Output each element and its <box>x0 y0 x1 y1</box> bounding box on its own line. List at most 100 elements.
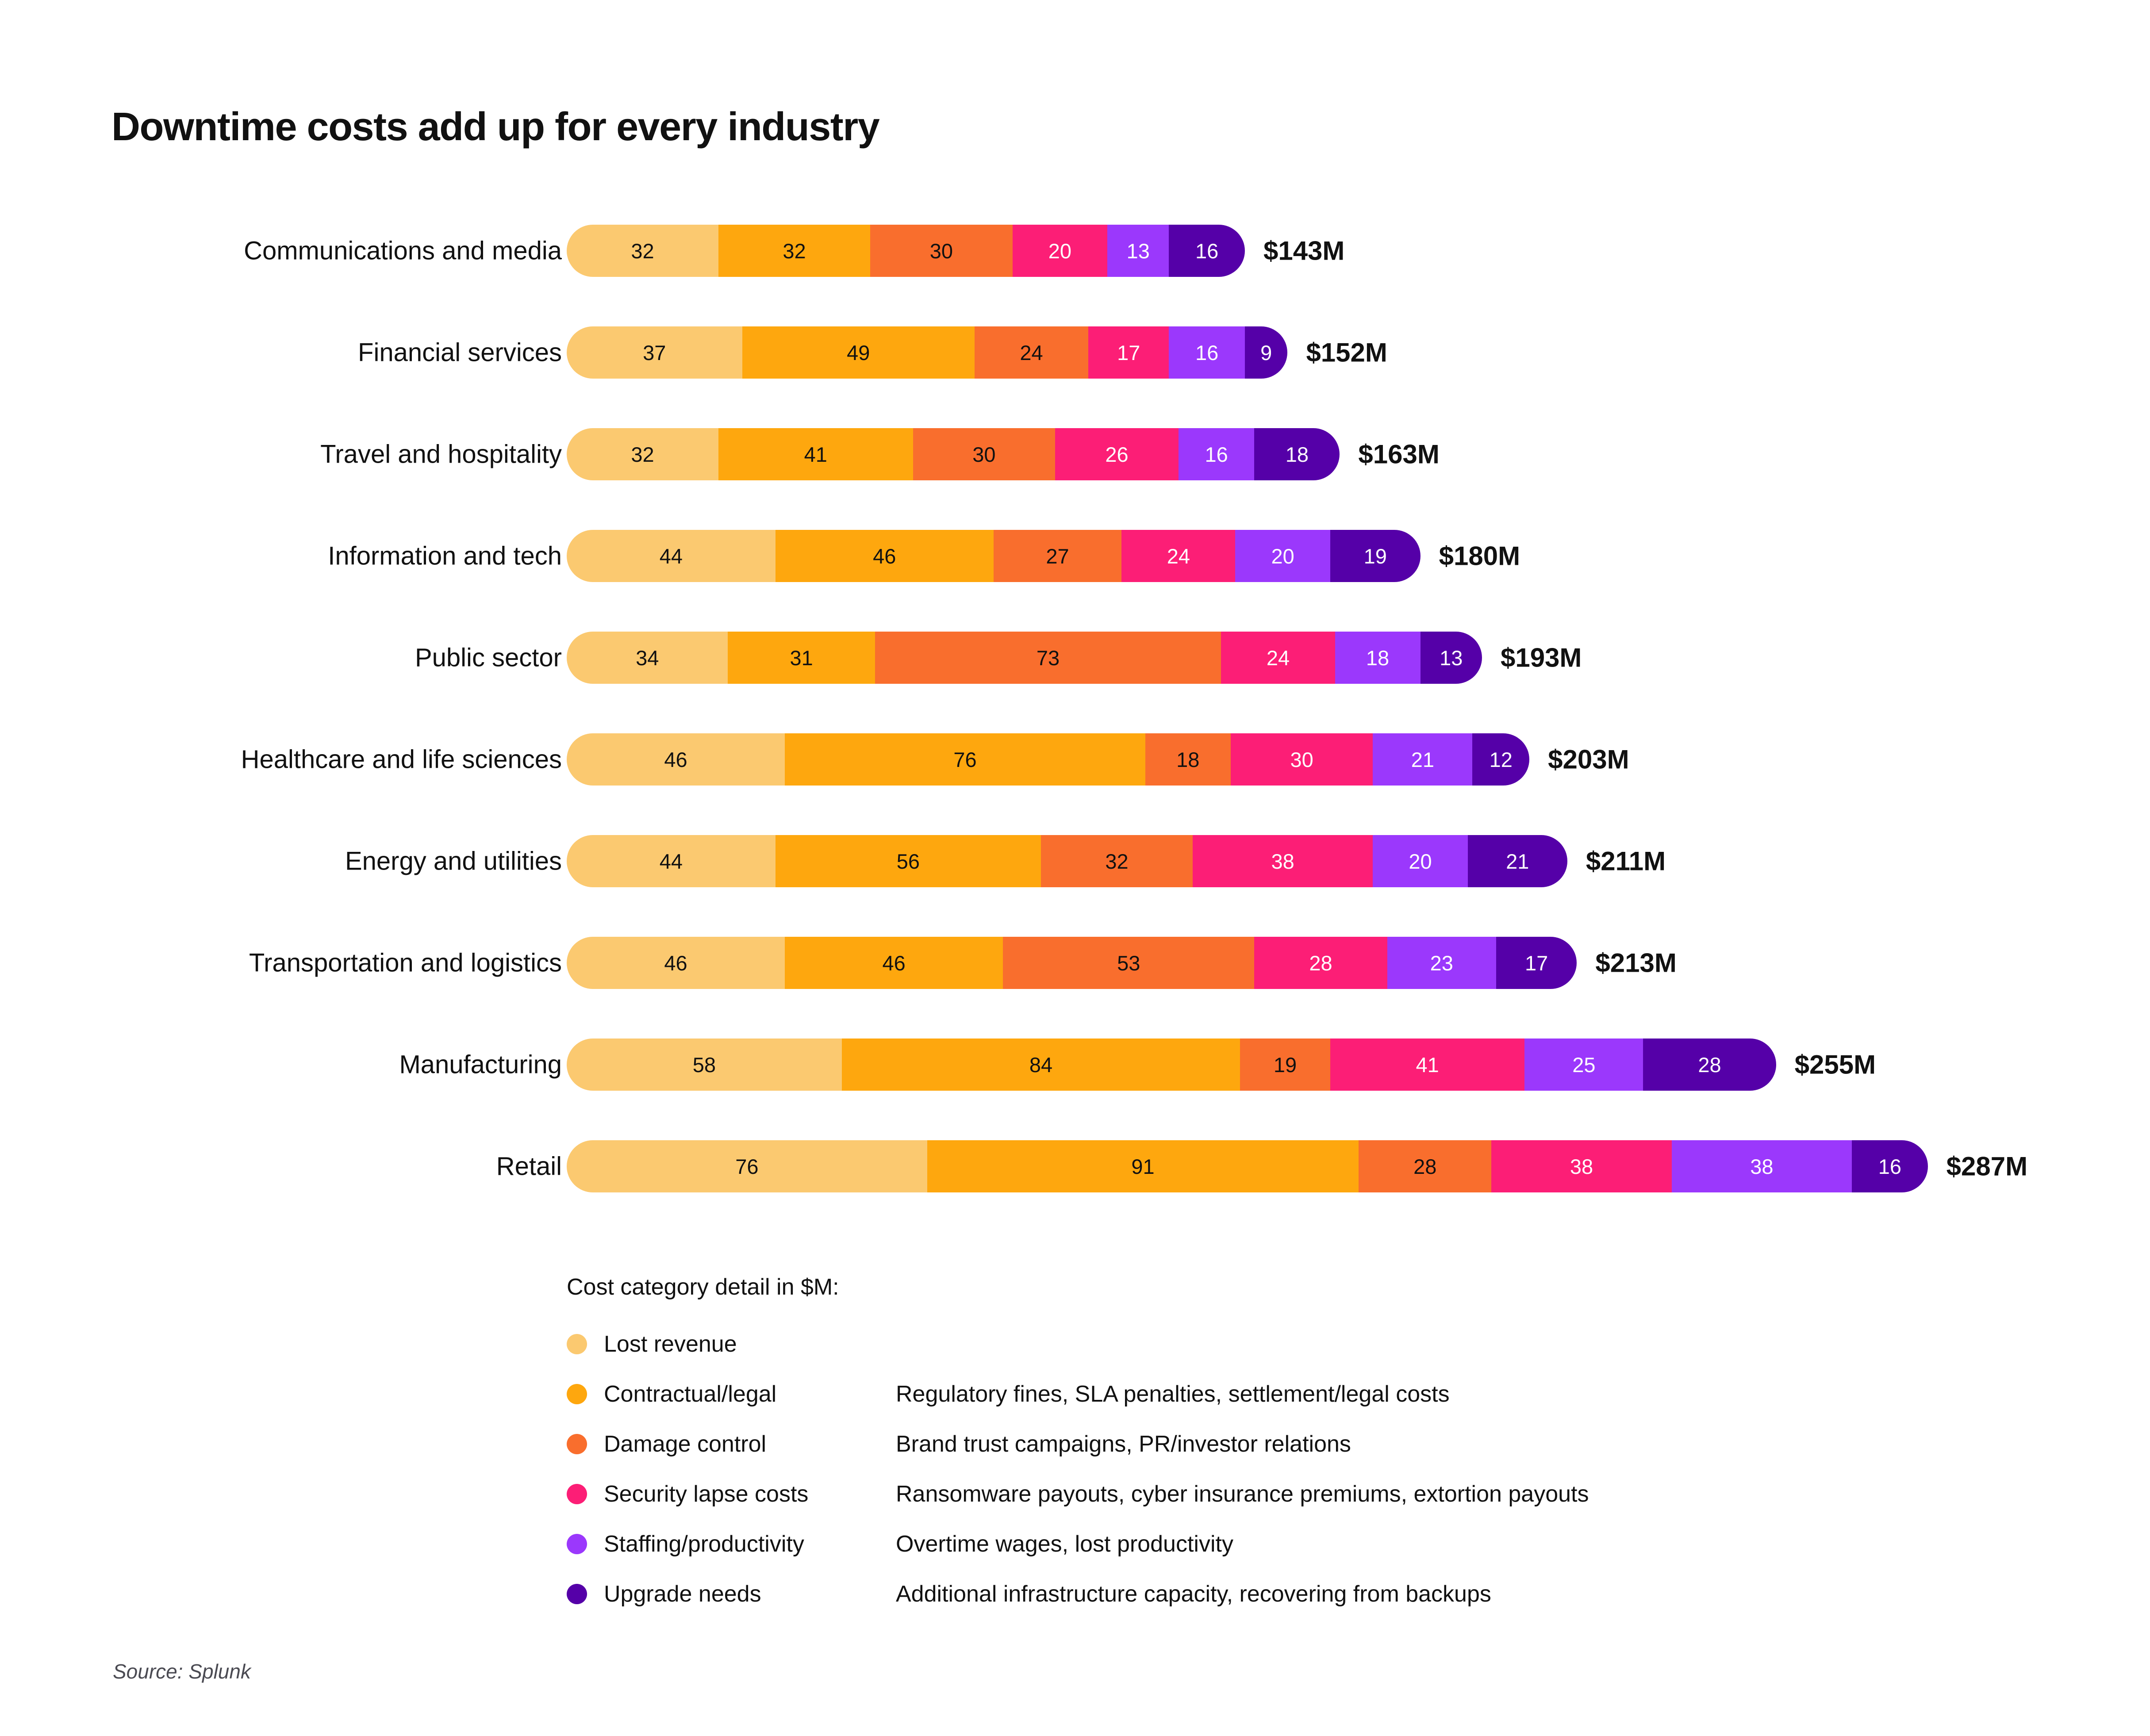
legend-item: Damage control Brand trust campaigns, PR/… <box>567 1419 1589 1469</box>
bar-segment: 24 <box>974 326 1089 379</box>
bar-segment: 24 <box>1121 530 1236 582</box>
legend-item-description: Ransomware payouts, cyber insurance prem… <box>896 1481 1589 1507</box>
page-title: Downtime costs add up for every industry <box>111 105 880 149</box>
legend-item: Contractual/legal Regulatory fines, SLA p… <box>567 1369 1589 1419</box>
bar-segment: 32 <box>1040 835 1193 887</box>
legend-title: Cost category detail in $M: <box>567 1274 839 1300</box>
legend-swatch-icon <box>567 1483 587 1504</box>
bar-row-label: Financial services <box>358 338 562 367</box>
bar-segment: 30 <box>870 225 1013 277</box>
bar-row: Healthcare and life sciences 46 76 18 30 21 12… <box>0 709 2150 810</box>
bar-segment: 27 <box>993 530 1122 582</box>
bar-segment: 13 <box>1420 632 1482 684</box>
bar-track: 32 32 30 20 13 16 <box>567 225 1245 277</box>
bar-segment: 34 <box>567 632 728 684</box>
legend-item-label: Damage control <box>604 1431 767 1457</box>
bar-segment: 18 <box>1254 428 1340 480</box>
bar-segment: 16 <box>1169 225 1245 277</box>
bar-segment: 17 <box>1496 937 1577 989</box>
bar-segment: 17 <box>1088 326 1169 379</box>
bar-segment: 91 <box>927 1140 1359 1192</box>
bar-row-label: Manufacturing <box>399 1050 562 1079</box>
bar-row: Energy and utilities 44 56 32 38 20 21 $211M <box>0 810 2150 912</box>
bar-segment: 24 <box>1221 632 1335 684</box>
bar-segment: 76 <box>785 733 1145 786</box>
bar-segment: 26 <box>1055 428 1179 480</box>
bar-segment: 49 <box>742 326 975 379</box>
bar-total-label: $211M <box>1586 846 1666 876</box>
chart-legend: Cost category detail in $M: Lost revenue… <box>567 1274 1589 1619</box>
bar-segment: 44 <box>567 530 776 582</box>
bar-track: 37 49 24 17 16 9 <box>567 326 1288 379</box>
legend-item-label: Contractual/legal <box>604 1381 777 1407</box>
bar-segment: 84 <box>841 1039 1240 1091</box>
bar-segment: 31 <box>728 632 875 684</box>
bar-row: Manufacturing 58 84 19 41 25 28 $255M <box>0 1014 2150 1115</box>
legend-swatch-icon <box>567 1533 587 1554</box>
bar-row: Information and tech 44 46 27 24 20 19 $180M <box>0 505 2150 607</box>
source-note: Source: Splunk <box>113 1660 251 1683</box>
bar-segment: 13 <box>1107 225 1169 277</box>
legend-swatch-icon <box>567 1433 587 1454</box>
bar-row-label: Transportation and logistics <box>249 948 562 977</box>
bar-row-label: Communications and media <box>244 236 562 265</box>
bar-track: 44 56 32 38 20 21 <box>567 835 1567 887</box>
bar-segment: 37 <box>567 326 742 379</box>
legend-item-description: Overtime wages, lost productivity <box>896 1531 1233 1557</box>
bar-segment: 18 <box>1335 632 1421 684</box>
bar-segment: 20 <box>1373 835 1468 887</box>
bar-segment: 9 <box>1244 326 1288 379</box>
bar-segment: 46 <box>775 530 994 582</box>
bar-segment: 56 <box>775 835 1041 887</box>
legend-item: Staffing/productivity Overtime wages, los… <box>567 1519 1589 1569</box>
bar-segment: 76 <box>567 1140 927 1192</box>
bar-segment: 38 <box>1193 835 1373 887</box>
legend-swatch-icon <box>567 1334 587 1354</box>
bar-segment: 46 <box>785 937 1003 989</box>
legend-items: Lost revenue Contractual/legal Regulatory … <box>567 1319 1589 1619</box>
bar-segment: 38 <box>1491 1140 1672 1192</box>
bar-row: Communications and media 32 32 30 20 13 16 $143… <box>0 200 2150 302</box>
legend-item-label: Staffing/productivity <box>604 1531 804 1557</box>
legend-item: Lost revenue <box>567 1319 1589 1369</box>
bar-segment: 16 <box>1852 1140 1928 1192</box>
legend-item-description: Additional infrastructure capacity, reco… <box>896 1581 1491 1607</box>
bar-total-label: $255M <box>1794 1050 1876 1080</box>
bar-segment: 30 <box>913 428 1056 480</box>
bar-segment: 20 <box>1012 225 1108 277</box>
bar-segment: 38 <box>1671 1140 1852 1192</box>
bar-total-label: $143M <box>1263 236 1345 266</box>
bar-segment: 21 <box>1467 835 1567 887</box>
bar-track: 32 41 30 26 16 18 <box>567 428 1340 480</box>
bar-segment: 53 <box>1003 937 1255 989</box>
bar-segment: 23 <box>1387 937 1497 989</box>
bar-segment: 16 <box>1169 326 1245 379</box>
bar-track: 46 46 53 28 23 17 <box>567 937 1577 989</box>
chart-page: Downtime costs add up for every industry… <box>0 0 2150 1736</box>
bar-row-label: Travel and hospitality <box>320 440 562 469</box>
bar-segment: 32 <box>567 428 719 480</box>
bar-segment: 73 <box>875 632 1221 684</box>
bar-total-label: $287M <box>1946 1151 2028 1181</box>
bar-total-label: $213M <box>1595 948 1677 978</box>
bar-track: 34 31 73 24 18 13 <box>567 632 1482 684</box>
bar-row: Financial services 37 49 24 17 16 9 $152M <box>0 302 2150 403</box>
bar-segment: 19 <box>1330 530 1421 582</box>
bar-row: Travel and hospitality 32 41 30 26 16 18 $163M <box>0 403 2150 505</box>
bar-total-label: $152M <box>1306 337 1387 368</box>
bar-row-label: Healthcare and life sciences <box>241 745 562 774</box>
bar-segment: 58 <box>567 1039 842 1091</box>
bar-segment: 32 <box>718 225 871 277</box>
bar-total-label: $180M <box>1439 541 1520 571</box>
legend-item: Upgrade needs Additional infrastructure c… <box>567 1569 1589 1619</box>
bar-segment: 46 <box>567 733 785 786</box>
legend-item-label: Lost revenue <box>604 1331 737 1357</box>
bar-track: 46 76 18 30 21 12 <box>567 733 1530 786</box>
bar-segment: 25 <box>1524 1039 1643 1091</box>
bar-segment: 28 <box>1359 1140 1492 1192</box>
bar-segment: 32 <box>567 225 719 277</box>
bar-segment: 21 <box>1373 733 1473 786</box>
bar-segment: 41 <box>1330 1039 1525 1091</box>
legend-item-description: Brand trust campaigns, PR/investor relat… <box>896 1431 1351 1457</box>
legend-item: Security lapse costs Ransomware payouts, … <box>567 1469 1589 1519</box>
